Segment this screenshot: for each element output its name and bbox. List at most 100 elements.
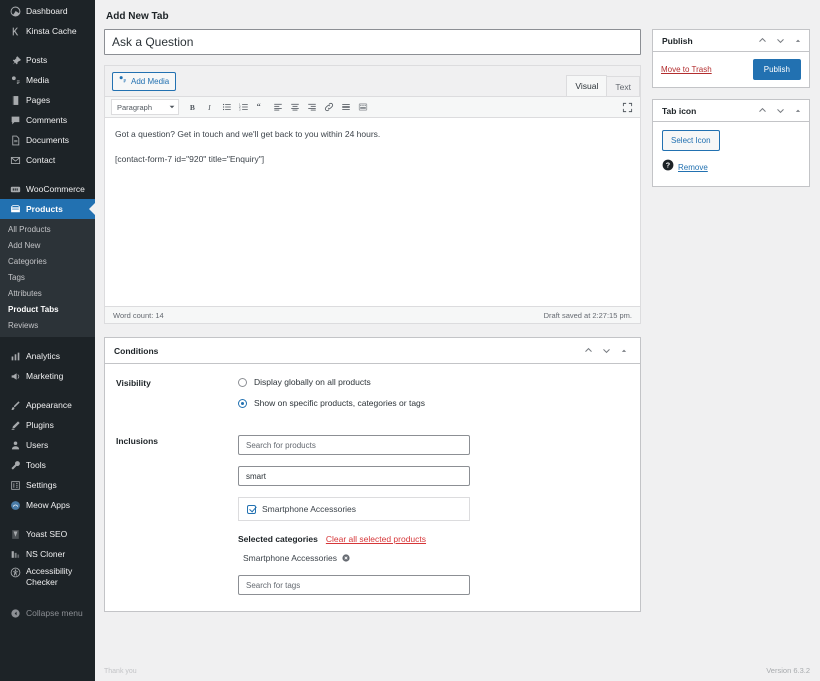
- media-icon: [8, 75, 22, 86]
- result-item-smartphone-accessories[interactable]: Smartphone Accessories: [247, 504, 461, 514]
- submenu-item-all-products[interactable]: All Products: [0, 222, 95, 238]
- sidebar-separator: [0, 515, 95, 524]
- pin-icon: [8, 55, 22, 66]
- sidebar-item-posts[interactable]: Posts: [0, 50, 95, 70]
- title-field-wrapper: [104, 29, 641, 55]
- editor-status-bar: Word count: 14 Draft saved at 2:27:15 pm…: [105, 306, 640, 323]
- radio-button: [238, 399, 247, 408]
- sidebar-item-tools[interactable]: Tools: [0, 455, 95, 475]
- editor-media-bar: Add Media Visual Text: [105, 66, 640, 96]
- select-icon-button[interactable]: Select Icon: [662, 130, 720, 151]
- post-body-column: Add Media Visual Text Paragraph: [104, 29, 641, 623]
- chevron-down-icon[interactable]: [601, 344, 611, 358]
- remove-circle-icon[interactable]: [342, 554, 350, 562]
- sidebar-label: Marketing: [26, 366, 63, 386]
- sidebar-item-settings[interactable]: Settings: [0, 475, 95, 495]
- sidebar-label: AccessibilityChecker: [26, 566, 72, 588]
- sidebar-item-contact[interactable]: Contact: [0, 150, 95, 170]
- bulleted-list-icon[interactable]: [219, 99, 235, 115]
- toggle-panel-icon[interactable]: [619, 344, 629, 358]
- clear-all-selected-products-link[interactable]: Clear all selected products: [326, 534, 426, 544]
- numbered-list-icon[interactable]: 123: [236, 99, 252, 115]
- tag-search-input[interactable]: [238, 575, 470, 595]
- sidebar-item-pages[interactable]: Pages: [0, 90, 95, 110]
- chevron-down-icon[interactable]: [775, 104, 785, 118]
- sidebar-label: Pages: [26, 90, 50, 110]
- fullscreen-icon[interactable]: [622, 100, 633, 118]
- selected-category-chip: Smartphone Accessories: [238, 553, 626, 563]
- align-left-icon[interactable]: [270, 99, 286, 115]
- editor-content-area[interactable]: Got a question? Get in touch and we'll g…: [105, 118, 640, 306]
- post-editor-layout: Add Media Visual Text Paragraph: [104, 29, 810, 623]
- sidebar-item-media[interactable]: Media: [0, 70, 95, 90]
- inclusions-fields: Smartphone Accessories Selected categori…: [238, 435, 640, 595]
- sidebar-item-plugins[interactable]: Plugins: [0, 415, 95, 435]
- wordpress-version: Version 6.3.2: [766, 666, 810, 675]
- toolbar-toggle-icon[interactable]: [355, 99, 371, 115]
- remove-icon-link[interactable]: Remove: [678, 163, 708, 172]
- sidebar-item-accessibility-checker[interactable]: AccessibilityChecker: [0, 564, 95, 594]
- submenu-item-attributes[interactable]: Attributes: [0, 286, 95, 302]
- sidebar-label: WooCommerce: [26, 179, 85, 199]
- read-more-icon[interactable]: [338, 99, 354, 115]
- radio-display-globally[interactable]: Display globally on all products: [238, 377, 626, 387]
- move-to-trash-link[interactable]: Move to Trash: [661, 65, 712, 74]
- toggle-panel-icon[interactable]: [793, 34, 803, 48]
- sidebar-item-yoast-seo[interactable]: Yoast SEO: [0, 524, 95, 544]
- category-search-input[interactable]: [238, 466, 470, 486]
- chevron-up-icon[interactable]: [757, 104, 767, 118]
- submenu-item-add-new[interactable]: Add New: [0, 238, 95, 254]
- add-media-button[interactable]: Add Media: [112, 72, 176, 91]
- tab-visual[interactable]: Visual: [566, 75, 607, 97]
- sidebar-item-dashboard[interactable]: Dashboard: [0, 1, 95, 21]
- align-center-icon[interactable]: [287, 99, 303, 115]
- paragraph-format-select[interactable]: Paragraph: [111, 99, 179, 115]
- ns-cloner-icon: [8, 549, 22, 560]
- sidebar-item-analytics[interactable]: Analytics: [0, 346, 95, 366]
- tab-text[interactable]: Text: [606, 76, 640, 97]
- publish-button[interactable]: Publish: [753, 59, 801, 80]
- sidebar-label: Users: [26, 435, 48, 455]
- sidebar-item-comments[interactable]: Comments: [0, 110, 95, 130]
- sidebar-label: Kinsta Cache: [26, 21, 77, 41]
- sidebar-item-marketing[interactable]: Marketing: [0, 366, 95, 386]
- sidebar-item-ns-cloner[interactable]: NS Cloner: [0, 544, 95, 564]
- submenu-item-categories[interactable]: Categories: [0, 254, 95, 270]
- sidebar-item-documents[interactable]: Documents: [0, 130, 95, 150]
- kinsta-icon: [8, 26, 22, 37]
- submenu-item-tags[interactable]: Tags: [0, 270, 95, 286]
- submenu-item-reviews[interactable]: Reviews: [0, 318, 95, 334]
- toggle-panel-icon[interactable]: [793, 104, 803, 118]
- visibility-options: Display globally on all products Show on…: [238, 377, 640, 419]
- tab-icon-panel-header: Tab icon: [653, 100, 809, 122]
- chevron-up-icon[interactable]: [757, 34, 767, 48]
- sidebar-item-kinsta-cache[interactable]: Kinsta Cache: [0, 21, 95, 41]
- sidebar-item-collapse-menu[interactable]: Collapse menu: [0, 603, 95, 623]
- comments-icon: [8, 115, 22, 126]
- sidebar-separator: [0, 170, 95, 179]
- bold-icon[interactable]: B: [185, 99, 201, 115]
- conditions-panel: Conditions Visibility: [104, 337, 641, 612]
- chevron-up-icon[interactable]: [583, 344, 593, 358]
- link-icon[interactable]: [321, 99, 337, 115]
- blockquote-icon[interactable]: “: [253, 99, 269, 115]
- tab-title-input[interactable]: [104, 29, 641, 55]
- align-right-icon[interactable]: [304, 99, 320, 115]
- dashboard-icon: [8, 6, 22, 17]
- radio-show-specific[interactable]: Show on specific products, categories or…: [238, 398, 626, 408]
- sidebar-item-users[interactable]: Users: [0, 435, 95, 455]
- settings-icon: [8, 480, 22, 491]
- sidebar-item-meow-apps[interactable]: Meow Apps: [0, 495, 95, 515]
- page-title: Add New Tab: [106, 11, 810, 22]
- sidebar-label: Media: [26, 70, 49, 90]
- submenu-item-product-tabs[interactable]: Product Tabs: [0, 302, 95, 318]
- sidebar-item-products[interactable]: Products: [0, 199, 95, 219]
- chevron-down-icon[interactable]: [775, 34, 785, 48]
- editor-toolbar: Paragraph B I 123 “: [105, 96, 640, 118]
- product-search-input[interactable]: [238, 435, 470, 455]
- admin-footer: Thank you Version 6.3.2: [95, 655, 820, 681]
- result-checkbox: [247, 505, 256, 514]
- sidebar-item-woocommerce[interactable]: WooCommerce: [0, 179, 95, 199]
- sidebar-item-appearance[interactable]: Appearance: [0, 395, 95, 415]
- italic-icon[interactable]: I: [202, 99, 218, 115]
